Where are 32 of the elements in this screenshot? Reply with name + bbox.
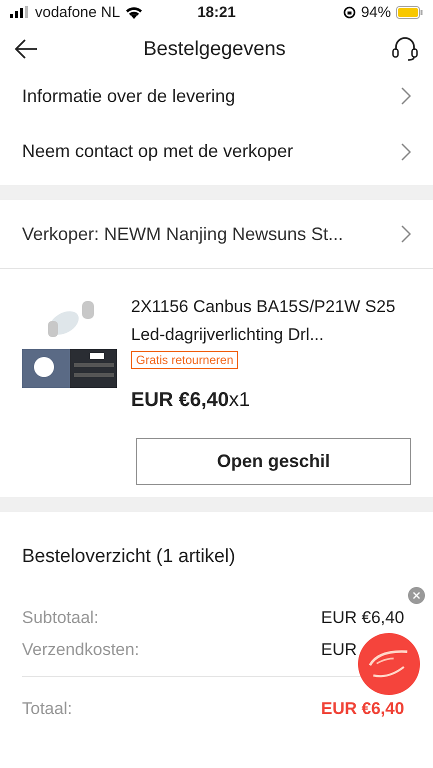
seller-row[interactable]: Verkoper: NEWM Nanjing Newsuns St... xyxy=(0,200,433,269)
menu-item-label: Informatie over de levering xyxy=(22,86,236,106)
headset-icon[interactable] xyxy=(391,36,419,62)
rotation-lock-icon xyxy=(342,6,356,18)
summary-label: Verzendkosten: xyxy=(22,640,140,660)
menu-item[interactable]: Informatie over de levering xyxy=(0,74,433,118)
section-title: Besteloverzicht (1 artikel) xyxy=(22,546,236,568)
seller-name: Verkoper: NEWM Nanjing Newsuns St... xyxy=(22,224,344,244)
summary-value: EUR xyxy=(321,640,358,660)
menu-item-label: Neem contact op met de verkoper xyxy=(22,141,294,162)
summary-value: EUR €6,40 xyxy=(321,699,406,719)
menu-item[interactable]: Neem contact op met de verkoper xyxy=(0,118,433,185)
floating-action-button[interactable] xyxy=(358,633,420,695)
wifi-icon xyxy=(125,6,144,18)
clock-time: 18:21 xyxy=(197,4,236,20)
chevron-right-icon xyxy=(401,142,411,160)
summary-value: EUR €6,40 xyxy=(321,608,406,628)
signal-icon xyxy=(10,6,30,18)
back-arrow-icon[interactable] xyxy=(14,39,38,59)
summary-label: Totaal: xyxy=(22,699,72,719)
battery-icon xyxy=(396,6,423,18)
battery-percentage: 94% xyxy=(360,4,391,20)
product-price: EUR €6,40x1 xyxy=(131,389,250,412)
open-dispute-button[interactable]: Open geschil xyxy=(136,438,411,485)
summary-label: Subtotaal: xyxy=(22,608,99,628)
chevron-right-icon xyxy=(401,225,411,243)
free-returns-tag: Gratis retourneren xyxy=(131,351,238,369)
product-title[interactable]: 2X1156 Canbus BA15S/P21W S25 Led-dagrijverlichting Drl... xyxy=(131,293,401,349)
page-title: Bestelgegevens xyxy=(142,38,287,60)
close-icon[interactable] xyxy=(408,587,425,604)
chevron-right-icon xyxy=(401,87,411,105)
carrier-name: vodafone NL xyxy=(35,4,120,20)
